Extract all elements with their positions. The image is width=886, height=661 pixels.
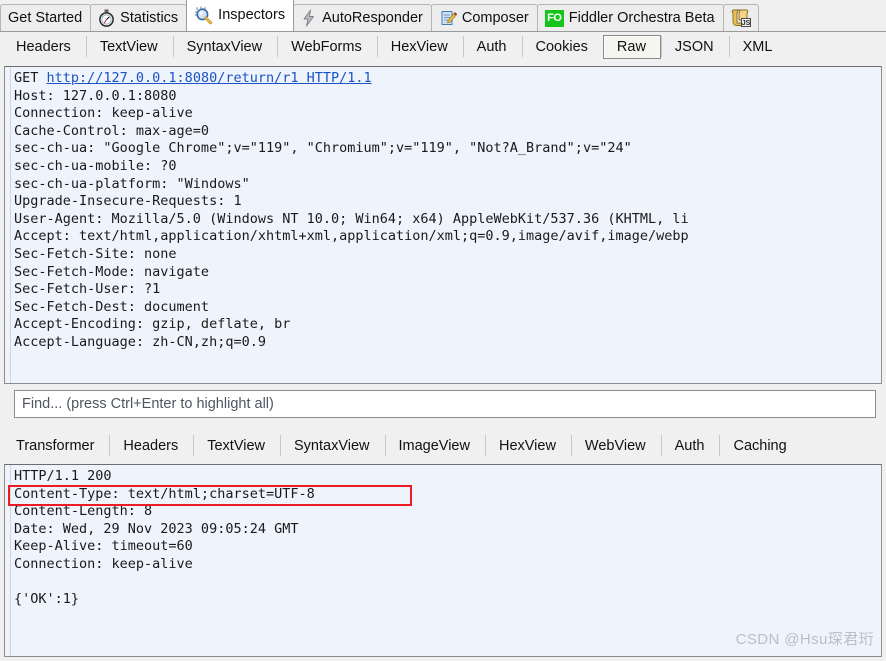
find-placeholder: Find... (press Ctrl+Enter to highlight a…: [22, 396, 274, 412]
response-header-line: Keep-Alive: timeout=60: [14, 538, 193, 555]
response-inspector-tab-bar: Transformer Headers TextView SyntaxView …: [0, 431, 886, 461]
request-header-line: Sec-Fetch-Dest: document: [14, 298, 210, 315]
request-tab-auth[interactable]: Auth: [462, 35, 522, 59]
main-tab-autoresponder[interactable]: AutoResponder: [293, 4, 432, 31]
request-tab-syntaxview[interactable]: SyntaxView: [172, 35, 278, 59]
main-tab-composer[interactable]: Composer: [430, 4, 538, 31]
request-inspector-tab-bar: Headers TextView SyntaxView WebForms Hex…: [0, 32, 886, 62]
tab-label: WebView: [584, 438, 646, 454]
request-header-line: Sec-Fetch-Mode: navigate: [14, 263, 210, 280]
response-header-line: Connection: keep-alive: [14, 555, 193, 572]
response-status-line: HTTP/1.1 200: [14, 468, 112, 484]
request-header-line: Sec-Fetch-Site: none: [14, 245, 177, 262]
magnifier-icon: [194, 5, 213, 25]
response-tab-webview[interactable]: WebView: [570, 434, 661, 458]
request-header-line: Cache-Control: max-age=0: [14, 122, 210, 139]
request-tab-xml[interactable]: XML: [728, 35, 788, 59]
request-header-line: User-Agent: Mozilla/5.0 (Windows NT 10.0…: [14, 210, 689, 227]
request-method: GET: [14, 70, 47, 86]
main-tab-label: Fiddler Orchestra Beta: [568, 10, 715, 26]
request-header-line: Accept-Encoding: gzip, deflate, br: [14, 316, 291, 333]
fo-badge-icon: FO: [544, 9, 564, 27]
main-tab-get-started[interactable]: Get Started: [0, 4, 92, 31]
request-line: GET http://127.0.0.1:8080/return/r1 HTTP…: [14, 70, 881, 88]
response-tab-syntaxview[interactable]: SyntaxView: [280, 434, 385, 458]
main-tab-label: AutoResponder: [322, 10, 423, 26]
tab-label: JSON: [674, 39, 714, 55]
main-tab-label: Inspectors: [218, 7, 286, 23]
tab-label: ImageView: [398, 438, 470, 454]
response-header-line: Content-Length: 8: [14, 503, 153, 520]
find-input[interactable]: Find... (press Ctrl+Enter to highlight a…: [14, 390, 876, 418]
pane-splitter[interactable]: [0, 421, 886, 431]
csdn-watermark: CSDN @Hsu琛君珩: [735, 631, 874, 648]
tab-label: WebForms: [291, 39, 362, 55]
request-header-line: Upgrade-Insecure-Requests: 1: [14, 193, 242, 210]
request-raw-pane[interactable]: GET http://127.0.0.1:8080/return/r1 HTTP…: [4, 66, 882, 384]
tab-label: TextView: [99, 39, 158, 55]
request-url[interactable]: http://127.0.0.1:8080/return/r1 HTTP/1.1: [47, 70, 372, 86]
request-tab-raw[interactable]: Raw: [602, 35, 661, 59]
tab-label: TextView: [207, 438, 265, 454]
request-tab-json[interactable]: JSON: [660, 35, 729, 59]
tab-label: Caching: [733, 438, 787, 454]
main-tab-statistics[interactable]: Statistics: [90, 4, 188, 31]
tab-label: Headers: [16, 39, 71, 55]
request-tab-textview[interactable]: TextView: [85, 35, 173, 59]
response-body-line: {'OK':1}: [14, 591, 80, 608]
tab-label: XML: [742, 39, 773, 55]
request-tab-cookies[interactable]: Cookies: [521, 35, 603, 59]
compose-icon: [439, 9, 457, 27]
response-tab-headers[interactable]: Headers: [109, 434, 193, 458]
main-tab-fiddler-orchestra[interactable]: FO Fiddler Orchestra Beta: [536, 4, 724, 31]
response-tab-auth[interactable]: Auth: [660, 434, 720, 458]
tab-label: Auth: [476, 39, 507, 55]
request-header-line: Accept-Language: zh-CN,zh;q=0.9: [14, 333, 266, 350]
request-tab-hexview[interactable]: HexView: [376, 35, 463, 59]
request-header-line: sec-ch-ua: "Google Chrome";v="119", "Chr…: [14, 140, 632, 157]
tab-label: SyntaxView: [186, 39, 263, 55]
tab-label: Headers: [123, 438, 179, 454]
request-header-line: Accept: text/html,application/xhtml+xml,…: [14, 228, 689, 245]
response-tab-imageview[interactable]: ImageView: [384, 434, 485, 458]
fiddlerscript-js-icon: JS: [730, 8, 752, 28]
response-tab-hexview[interactable]: HexView: [484, 434, 571, 458]
lightning-icon: [301, 9, 317, 27]
main-tab-label: Get Started: [8, 10, 83, 26]
request-tab-headers[interactable]: Headers: [2, 35, 86, 59]
main-tab-fiddlerscript[interactable]: JS: [722, 4, 759, 31]
request-header-line: sec-ch-ua-mobile: ?0: [14, 157, 177, 174]
response-header-line: Date: Wed, 29 Nov 2023 09:05:24 GMT: [14, 520, 299, 537]
response-tab-textview[interactable]: TextView: [193, 434, 280, 458]
tab-label: HexView: [390, 39, 448, 55]
tab-label: SyntaxView: [294, 438, 370, 454]
request-header-line: sec-ch-ua-platform: "Windows": [14, 175, 250, 192]
tab-label: Transformer: [16, 438, 95, 454]
tab-label: HexView: [498, 438, 556, 454]
main-tab-bar: Get Started Statistics Inspectors AutoRe…: [0, 0, 886, 32]
request-tab-webforms[interactable]: WebForms: [277, 35, 377, 59]
tab-label: Cookies: [535, 39, 588, 55]
svg-text:JS: JS: [741, 20, 750, 27]
response-tab-caching[interactable]: Caching: [719, 434, 801, 458]
stopwatch-icon: [98, 9, 115, 27]
main-tab-label: Composer: [461, 10, 529, 26]
response-blank-line: [14, 574, 881, 592]
request-raw-text[interactable]: GET http://127.0.0.1:8080/return/r1 HTTP…: [5, 67, 881, 383]
main-tab-inspectors[interactable]: Inspectors: [186, 0, 295, 31]
request-header-line: Connection: keep-alive: [14, 105, 193, 122]
fiddler-window: Get Started Statistics Inspectors AutoRe…: [0, 0, 886, 661]
request-header-line: Host: 127.0.0.1:8080: [14, 87, 177, 104]
main-tab-label: Statistics: [120, 10, 179, 26]
tab-label: Auth: [674, 438, 705, 454]
request-header-line: Sec-Fetch-User: ?1: [14, 281, 161, 298]
tab-label: Raw: [616, 39, 646, 55]
response-header-line: Content-Type: text/html;charset=UTF-8: [14, 485, 315, 502]
response-tab-transformer[interactable]: Transformer: [2, 434, 109, 458]
